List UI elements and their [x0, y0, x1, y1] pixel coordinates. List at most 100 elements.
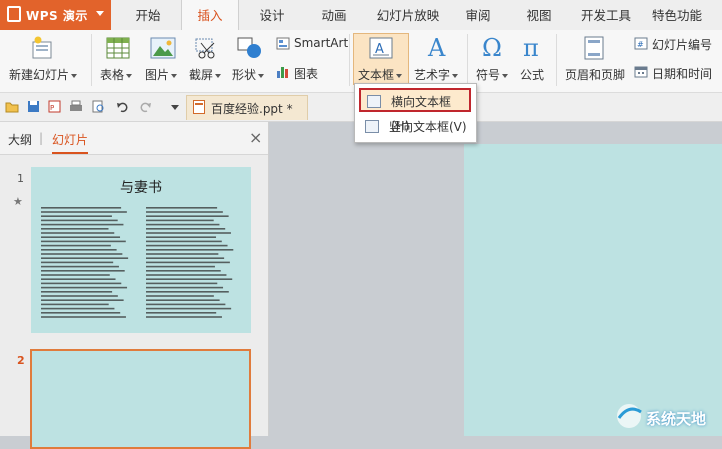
tab-outline[interactable]: 大纲 — [8, 131, 32, 148]
omega-icon[interactable]: Ω — [481, 33, 505, 62]
screenshot-label: 截屏 — [189, 68, 214, 82]
slide-thumbnail-2[interactable] — [30, 349, 251, 449]
slide-thumbnail-1[interactable]: 与妻书 — [31, 167, 251, 333]
tab-design[interactable]: 设计 — [252, 0, 292, 30]
smartart-icon — [276, 37, 290, 50]
wordart-icon[interactable]: A — [427, 33, 449, 62]
shapes-icon[interactable] — [237, 37, 263, 59]
table-button[interactable]: 表格 — [100, 66, 133, 83]
watermark-text: 系统天地 — [646, 410, 707, 428]
text-line — [41, 244, 111, 247]
text-line — [41, 295, 118, 297]
text-line — [146, 278, 233, 280]
text-line — [146, 211, 223, 213]
text-line — [146, 215, 229, 217]
tab-home[interactable]: 开始 — [127, 0, 169, 30]
vertical-textbox-icon — [365, 120, 379, 133]
tab-view[interactable]: 视图 — [521, 0, 557, 30]
close-icon[interactable]: × — [249, 128, 262, 147]
text-line — [146, 261, 230, 264]
textbox-label: 文本框 — [358, 68, 395, 82]
customize-toolbar-icon[interactable] — [171, 105, 179, 110]
text-line — [41, 278, 116, 280]
text-line — [41, 228, 109, 230]
textbox-icon: A — [369, 37, 393, 59]
screenshot-button[interactable]: 截屏 — [189, 66, 222, 83]
menu-item-horizontal-textbox[interactable]: 横向文本框(H) — [359, 88, 471, 133]
tab-insert[interactable]: 插入 — [181, 0, 239, 31]
svg-text:A: A — [427, 34, 446, 61]
wordart-label: 艺术字 — [414, 68, 451, 82]
chart-button[interactable]: 图表 — [294, 65, 318, 82]
ribbon-divider — [349, 34, 350, 86]
pi-icon[interactable]: π — [521, 33, 545, 62]
current-slide[interactable] — [464, 144, 722, 436]
print-icon[interactable] — [69, 100, 83, 113]
app-name: WPS 演示 — [26, 9, 88, 23]
text-line — [146, 219, 214, 222]
app-menu-button[interactable]: WPS 演示 — [0, 0, 111, 30]
picture-button[interactable]: 图片 — [145, 66, 178, 83]
document-tab[interactable]: 百度经验.ppt * — [186, 95, 308, 120]
text-line — [41, 253, 123, 255]
text-line — [41, 249, 117, 251]
textbox-label-wrap: 文本框 — [358, 66, 403, 83]
tab-slideshow[interactable]: 幻灯片放映 — [370, 0, 446, 30]
text-line — [146, 295, 214, 297]
tab-developer[interactable]: 开发工具 — [577, 0, 635, 30]
text-line — [146, 244, 228, 247]
text-line — [146, 316, 222, 318]
text-line — [146, 240, 222, 243]
scissors-icon[interactable] — [194, 37, 218, 59]
text-line — [41, 286, 128, 289]
open-folder-icon[interactable] — [5, 100, 19, 113]
wordart-button[interactable]: 艺术字 — [414, 66, 459, 83]
tab-animation[interactable]: 动画 — [313, 0, 355, 30]
date-time-button[interactable]: 日期和时间 — [652, 65, 712, 82]
print-preview-icon[interactable] — [92, 100, 105, 113]
svg-text:#: # — [637, 40, 644, 49]
chart-icon — [276, 65, 290, 78]
header-footer-icon[interactable] — [584, 36, 604, 60]
undo-icon[interactable] — [116, 100, 129, 113]
text-line — [41, 211, 127, 213]
tab-slides[interactable]: 幻灯片 — [52, 131, 89, 154]
text-line — [41, 219, 118, 222]
menu-item-vertical-textbox[interactable]: 竖向文本框(V) — [359, 115, 471, 139]
text-line — [41, 303, 109, 306]
tab-review[interactable]: 审阅 — [460, 0, 496, 30]
tab-divider: | — [39, 131, 44, 145]
table-icon[interactable] — [106, 37, 130, 59]
text-line — [41, 207, 122, 209]
table-label: 表格 — [100, 68, 125, 82]
slide-body-text — [41, 207, 234, 318]
text-line — [146, 307, 232, 310]
tab-special[interactable]: 特色功能 — [647, 0, 707, 30]
chevron-down-icon — [96, 11, 104, 16]
symbol-button[interactable]: 符号 — [476, 66, 509, 83]
text-line — [146, 299, 220, 301]
picture-icon[interactable] — [150, 37, 176, 59]
text-line — [146, 312, 217, 314]
new-slide-button[interactable]: 新建幻灯片 — [9, 66, 78, 83]
ribbon-divider — [556, 34, 557, 86]
ppt-file-icon — [193, 100, 205, 114]
text-line — [41, 232, 115, 234]
equation-button[interactable]: 公式 — [520, 66, 544, 83]
slide-number-button[interactable]: 幻灯片编号 — [652, 36, 712, 53]
save-icon[interactable] — [27, 100, 40, 113]
header-footer-button[interactable]: 页眉和页脚 — [565, 66, 625, 83]
shapes-label: 形状 — [232, 68, 257, 82]
new-slide-icon[interactable] — [31, 36, 53, 60]
text-line — [41, 274, 110, 276]
redo-icon[interactable] — [139, 100, 152, 113]
svg-text:π: π — [523, 34, 539, 61]
export-pdf-icon[interactable]: P — [48, 100, 61, 113]
shapes-button[interactable]: 形状 — [232, 66, 265, 83]
menu-item-label: 竖向文本框(V) — [389, 120, 467, 134]
star-icon: ★ — [13, 195, 23, 208]
smartart-button[interactable]: SmartArt — [294, 36, 348, 50]
text-line — [41, 257, 129, 259]
textbox-dropdown-menu: 横向文本框(H) 竖向文本框(V) — [354, 83, 477, 143]
document-title: 百度经验.ppt * — [211, 102, 293, 116]
